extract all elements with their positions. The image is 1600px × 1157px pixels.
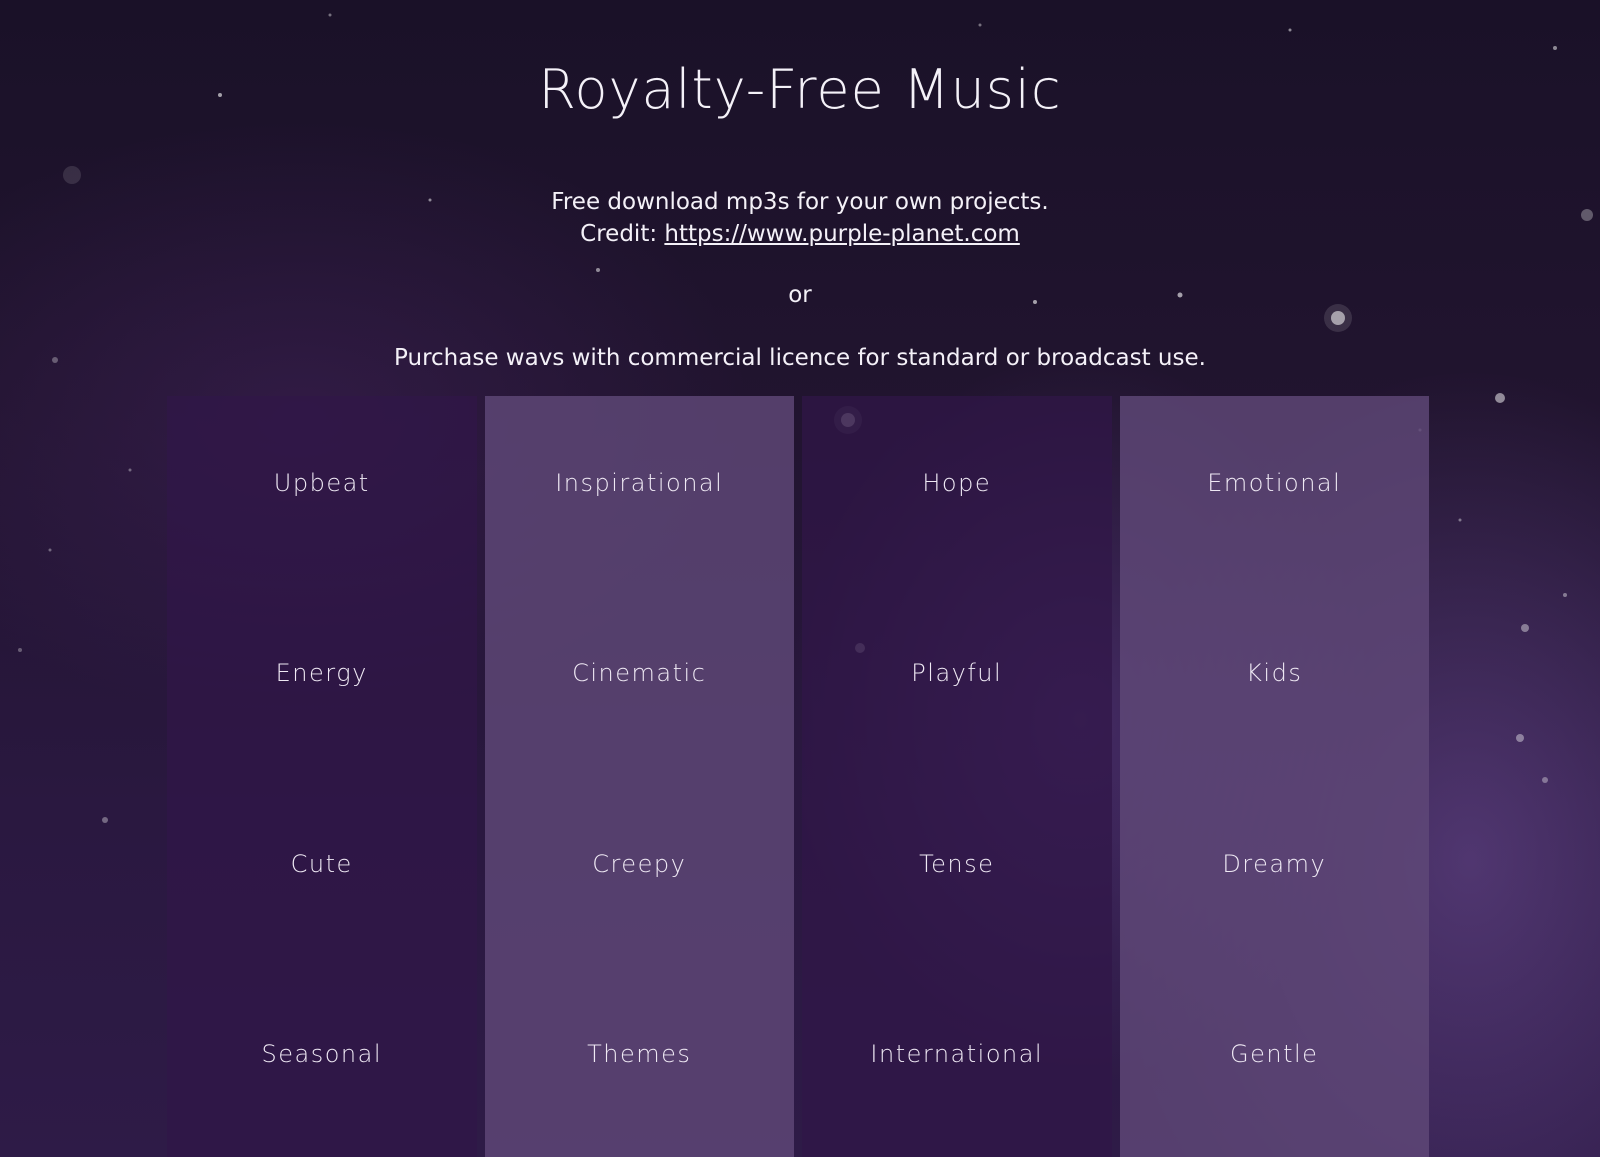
intro-text: Free download mp3s for your own projects…	[0, 186, 1600, 250]
category-tile-international[interactable]: International	[802, 967, 1112, 1157]
category-tile-energy[interactable]: Energy	[167, 586, 477, 776]
category-tile-tense[interactable]: Tense	[802, 777, 1112, 967]
category-label: Upbeat	[273, 469, 370, 497]
credit-line: Credit: https://www.purple-planet.com	[0, 218, 1600, 250]
category-label: Emotional	[1207, 469, 1342, 497]
category-column-2: Inspirational Cinematic Creepy Themes	[484, 396, 795, 1157]
category-label: Playful	[911, 659, 1003, 688]
category-label: Hope	[922, 469, 992, 497]
category-tile-themes[interactable]: Themes	[485, 967, 795, 1157]
category-column-4: Emotional Kids Dreamy Gentle	[1119, 396, 1430, 1157]
purchase-text: Purchase wavs with commercial licence fo…	[394, 345, 1206, 371]
category-label: Themes	[587, 1039, 692, 1068]
category-column-1: Upbeat Energy Cute Seasonal	[167, 396, 477, 1157]
category-tile-cinematic[interactable]: Cinematic	[485, 586, 795, 776]
category-column-3: Hope Playful Tense International	[802, 396, 1112, 1157]
category-tile-emotional[interactable]: Emotional	[1120, 396, 1430, 586]
category-tile-cute[interactable]: Cute	[167, 777, 477, 967]
page-title: Royalty-Free Music	[538, 58, 1062, 121]
category-label: Cute	[290, 849, 353, 878]
category-label: Inspirational	[555, 469, 724, 497]
category-tile-kids[interactable]: Kids	[1120, 586, 1430, 776]
category-tile-gentle[interactable]: Gentle	[1120, 967, 1430, 1157]
credit-label: Credit:	[580, 221, 665, 247]
category-tile-dreamy[interactable]: Dreamy	[1120, 777, 1430, 967]
category-label: Cinematic	[572, 659, 707, 688]
category-label: Gentle	[1230, 1039, 1319, 1068]
category-label: Creepy	[592, 849, 687, 878]
intro-line: Free download mp3s for your own projects…	[551, 189, 1049, 215]
credit-link[interactable]: https://www.purple-planet.com	[664, 221, 1019, 247]
category-tile-playful[interactable]: Playful	[802, 586, 1112, 776]
category-tile-seasonal[interactable]: Seasonal	[167, 967, 477, 1157]
category-label: Seasonal	[261, 1039, 382, 1068]
category-label: Energy	[275, 659, 368, 688]
category-grid: Upbeat Energy Cute Seasonal Inspirationa…	[167, 396, 1429, 1157]
category-tile-upbeat[interactable]: Upbeat	[167, 396, 477, 586]
category-tile-hope[interactable]: Hope	[802, 396, 1112, 586]
category-tile-creepy[interactable]: Creepy	[485, 777, 795, 967]
or-separator: or	[788, 282, 812, 308]
category-tile-inspirational[interactable]: Inspirational	[485, 396, 795, 586]
category-label: International	[870, 1039, 1044, 1068]
category-label: Kids	[1246, 659, 1303, 688]
category-label: Dreamy	[1222, 849, 1327, 878]
category-label: Tense	[919, 849, 995, 878]
